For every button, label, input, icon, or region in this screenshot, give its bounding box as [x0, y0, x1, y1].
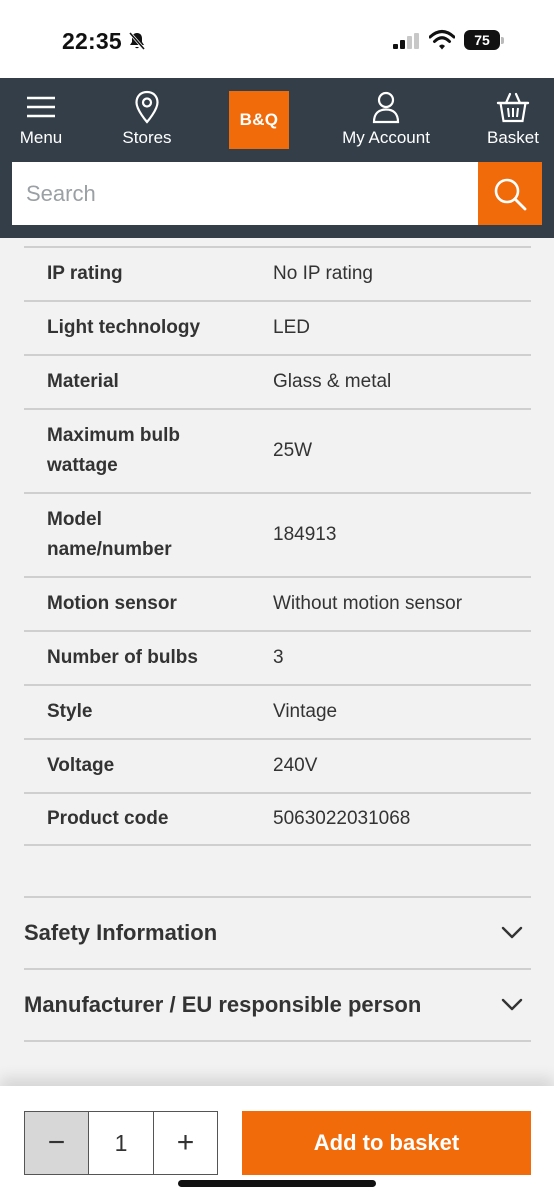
- spec-row: IP rating No IP rating: [24, 246, 531, 300]
- spec-name: Maximum bulb wattage: [47, 425, 181, 476]
- battery-cap: [501, 37, 504, 44]
- home-indicator: [178, 1180, 376, 1187]
- spec-row: Material Glass & metal: [24, 354, 531, 408]
- search-input[interactable]: [12, 162, 478, 225]
- spec-row: Number of bulbs 3: [24, 630, 531, 684]
- spec-row: Maximum bulb wattage 25W: [24, 408, 531, 492]
- spec-value: 3: [273, 647, 284, 668]
- bq-logo[interactable]: B&Q: [229, 91, 289, 149]
- spec-row: Motion sensor Without motion sensor: [24, 576, 531, 630]
- spec-value: 25W: [273, 440, 313, 461]
- battery-level: 75: [464, 30, 500, 50]
- wifi-icon: [429, 30, 455, 50]
- basket-button[interactable]: Basket: [480, 90, 546, 148]
- location-pin-icon: [135, 90, 159, 124]
- spec-name: Product code: [47, 808, 169, 829]
- menu-label: Menu: [19, 128, 63, 147]
- signal-icon: [393, 33, 419, 49]
- menu-button[interactable]: Menu: [12, 90, 70, 148]
- spec-row: Voltage 240V: [24, 738, 531, 792]
- stores-label: Stores: [122, 128, 172, 147]
- spec-value: 5063022031068: [273, 808, 411, 829]
- stores-button[interactable]: Stores: [112, 90, 182, 148]
- increase-quantity-button[interactable]: +: [154, 1112, 217, 1174]
- manufacturer-title: Manufacturer / EU responsible person: [24, 992, 422, 1017]
- spec-name: Number of bulbs: [47, 647, 198, 668]
- spec-name: Model name/number: [47, 509, 172, 560]
- spec-name: Style: [47, 701, 93, 722]
- spec-row: Style Vintage: [24, 684, 531, 738]
- spec-name: Motion sensor: [47, 593, 177, 614]
- add-to-basket-button[interactable]: Add to basket: [242, 1111, 531, 1175]
- spec-value: Vintage: [273, 701, 338, 722]
- bell-slash-icon: [128, 32, 146, 50]
- quantity-stepper: − +: [24, 1111, 218, 1175]
- chevron-down-icon: [501, 998, 523, 1011]
- basket-label: Basket: [487, 128, 539, 147]
- spec-row: Model name/number 184913: [24, 492, 531, 576]
- my-account-label: My Account: [342, 128, 430, 147]
- spec-row: Product code 5063022031068: [24, 792, 531, 846]
- spec-name: IP rating: [47, 263, 123, 284]
- my-account-button[interactable]: My Account: [334, 90, 438, 148]
- search-icon: [494, 178, 527, 210]
- spec-value: No IP rating: [273, 263, 373, 284]
- spec-name: Material: [47, 371, 119, 392]
- spec-value: 240V: [273, 755, 318, 776]
- spec-value: Without motion sensor: [273, 593, 463, 614]
- safety-information-title: Safety Information: [24, 920, 218, 945]
- battery-icon: 75: [464, 30, 504, 50]
- basket-icon: [496, 92, 530, 123]
- manufacturer-accordion[interactable]: Manufacturer / EU responsible person: [24, 968, 531, 1042]
- chevron-down-icon: [501, 926, 523, 939]
- decrease-quantity-button[interactable]: −: [25, 1112, 89, 1174]
- spec-name: Light technology: [47, 317, 201, 338]
- quantity-input[interactable]: [89, 1112, 154, 1174]
- spec-name: Voltage: [47, 755, 115, 776]
- spec-value: LED: [273, 317, 310, 338]
- search-button[interactable]: [478, 162, 542, 225]
- site-header: Menu Stores B&Q My Account Basket: [0, 78, 554, 238]
- hamburger-menu-icon: [27, 96, 55, 118]
- user-icon: [372, 91, 400, 124]
- status-time: 22:35: [62, 28, 122, 54]
- specifications-table: IP rating No IP rating Light technology …: [24, 246, 531, 846]
- status-bar: 22:35 75: [0, 0, 554, 78]
- spec-value: Glass & metal: [273, 371, 392, 392]
- spec-value: 184913: [273, 524, 337, 545]
- spec-row: Light technology LED: [24, 300, 531, 354]
- safety-information-accordion[interactable]: Safety Information: [24, 896, 531, 968]
